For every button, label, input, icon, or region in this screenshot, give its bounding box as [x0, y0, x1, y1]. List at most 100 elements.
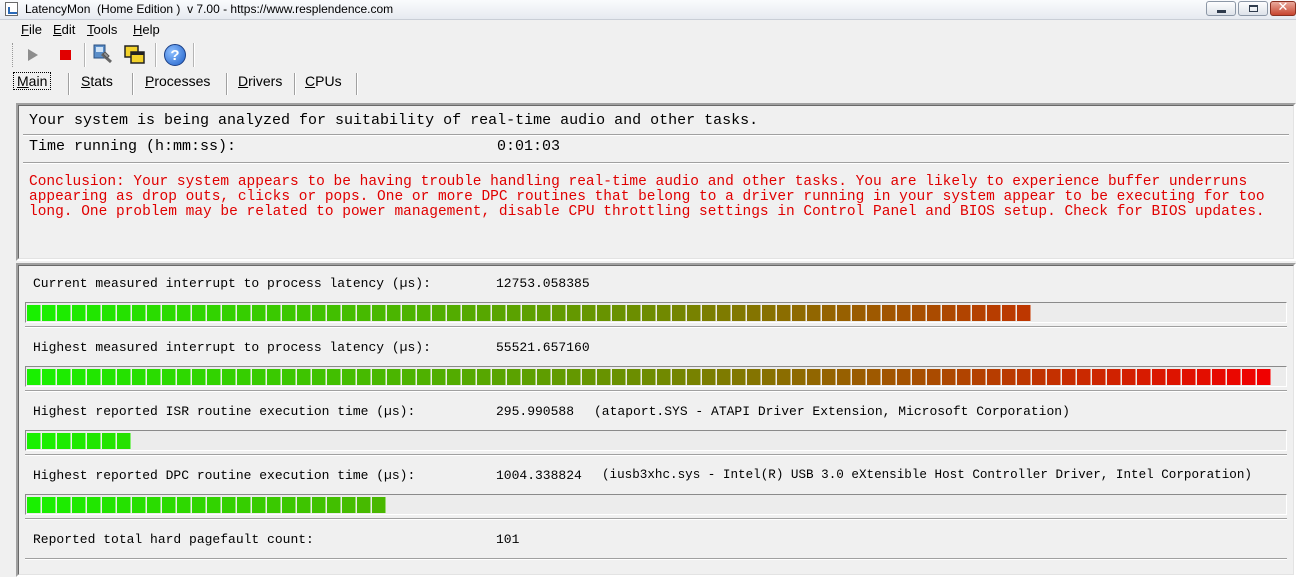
bar-segment — [537, 305, 551, 321]
bar-segment — [807, 369, 821, 385]
bar-segment — [942, 305, 956, 321]
close-button[interactable]: ✕ — [1270, 0, 1296, 16]
bar-segment — [327, 497, 341, 513]
isr-time-value: 295.990588 — [496, 404, 575, 419]
bar-segment — [822, 369, 836, 385]
minimize-icon — [1217, 10, 1226, 13]
tab-stats[interactable]: Stats — [81, 73, 113, 89]
bar-segment — [927, 305, 941, 321]
bar-segment — [597, 305, 611, 321]
current-latency-bar — [25, 302, 1287, 323]
menu-tools-label: ools — [93, 22, 118, 37]
bar-segment — [687, 305, 701, 321]
toolbar-separator — [193, 43, 195, 67]
bar-segment — [147, 369, 161, 385]
bar-segment — [672, 305, 686, 321]
menu-file-accel: F — [21, 22, 29, 37]
bar-segment — [477, 305, 491, 321]
bar-segment — [402, 369, 416, 385]
tab-cpus-label: PUs — [315, 73, 342, 89]
isr-driver-info: (ataport.SYS - ATAPI Driver Extension, M… — [594, 404, 1070, 419]
bar-segment — [87, 305, 101, 321]
bar-segment — [1107, 369, 1121, 385]
bar-segment — [792, 369, 806, 385]
toolbar-separator — [84, 43, 86, 67]
bar-segment — [747, 369, 761, 385]
bar-segment — [267, 369, 281, 385]
bar-segment — [732, 305, 746, 321]
bar-segment — [1032, 369, 1046, 385]
bar-segment — [132, 369, 146, 385]
bar-segment — [252, 497, 266, 513]
tab-separator — [68, 73, 70, 95]
bar-segment — [147, 305, 161, 321]
divider — [25, 454, 1287, 456]
bar-segment — [237, 305, 251, 321]
bar-segment — [132, 305, 146, 321]
menu-edit[interactable]: Edit — [53, 22, 75, 37]
bar-segment — [432, 369, 446, 385]
bar-segment — [57, 497, 71, 513]
maximize-button[interactable] — [1238, 1, 1268, 16]
play-icon[interactable] — [28, 49, 38, 61]
tab-processes[interactable]: Processes — [145, 73, 210, 89]
isr-time-label: Highest reported ISR routine execution t… — [33, 404, 416, 419]
bar-segment — [372, 305, 386, 321]
bar-segment — [792, 305, 806, 321]
menu-help-label: elp — [142, 22, 160, 37]
toolbar-grip[interactable] — [12, 43, 16, 67]
bar-segment — [627, 305, 641, 321]
current-latency-value: 12753.058385 — [496, 276, 590, 291]
bar-segment — [87, 433, 101, 449]
tab-cpus[interactable]: CPUs — [305, 73, 342, 89]
bar-segment — [957, 305, 971, 321]
menu-tools[interactable]: Tools — [87, 22, 117, 37]
tab-bar: Main Stats Processes Drivers CPUs — [0, 70, 1296, 96]
bar-segment — [702, 369, 716, 385]
bar-segment — [162, 369, 176, 385]
bar-segment — [222, 369, 236, 385]
bar-segment — [282, 369, 296, 385]
bar-segment — [282, 305, 296, 321]
menu-help[interactable]: Help — [133, 22, 160, 37]
help-icon[interactable]: ? — [164, 44, 186, 66]
bar-segment — [987, 369, 1001, 385]
bar-segment — [867, 369, 881, 385]
bar-segment — [207, 305, 221, 321]
bar-segment — [312, 497, 326, 513]
highest-latency-value: 55521.657160 — [496, 340, 590, 355]
bar-segment — [522, 369, 536, 385]
bar-segment — [72, 369, 86, 385]
menu-file-label: ile — [28, 22, 42, 37]
minimize-button[interactable] — [1206, 1, 1236, 16]
analysis-status-text: Your system is being analyzed for suitab… — [29, 112, 759, 129]
menu-edit-accel: E — [53, 22, 62, 37]
bar-segment — [177, 369, 191, 385]
menu-edit-label: dit — [61, 22, 76, 37]
bar-segment — [87, 497, 101, 513]
bar-segment — [477, 369, 491, 385]
bar-segment — [1137, 369, 1151, 385]
system-utilities-icon[interactable] — [93, 44, 113, 64]
bar-segment — [597, 369, 611, 385]
bar-segment — [177, 305, 191, 321]
isr-time-bar — [25, 430, 1287, 451]
bar-segment — [117, 433, 131, 449]
bar-segment — [492, 369, 506, 385]
bar-segment — [102, 433, 116, 449]
bar-segment — [567, 305, 581, 321]
bar-segment — [57, 305, 71, 321]
bar-segment — [237, 497, 251, 513]
bar-segment — [882, 369, 896, 385]
tab-drivers[interactable]: Drivers — [238, 73, 282, 89]
menu-file[interactable]: File — [21, 22, 42, 37]
bar-segment — [387, 369, 401, 385]
windows-icon[interactable] — [124, 45, 146, 65]
tab-main[interactable]: Main — [13, 72, 52, 90]
tab-separator — [132, 73, 134, 95]
stop-icon[interactable] — [60, 50, 71, 60]
bar-segment — [192, 305, 206, 321]
bar-segment — [117, 305, 131, 321]
window-title: LatencyMon (Home Edition ) v 7.00 - http… — [25, 2, 394, 16]
tab-stats-label: tats — [90, 73, 113, 89]
